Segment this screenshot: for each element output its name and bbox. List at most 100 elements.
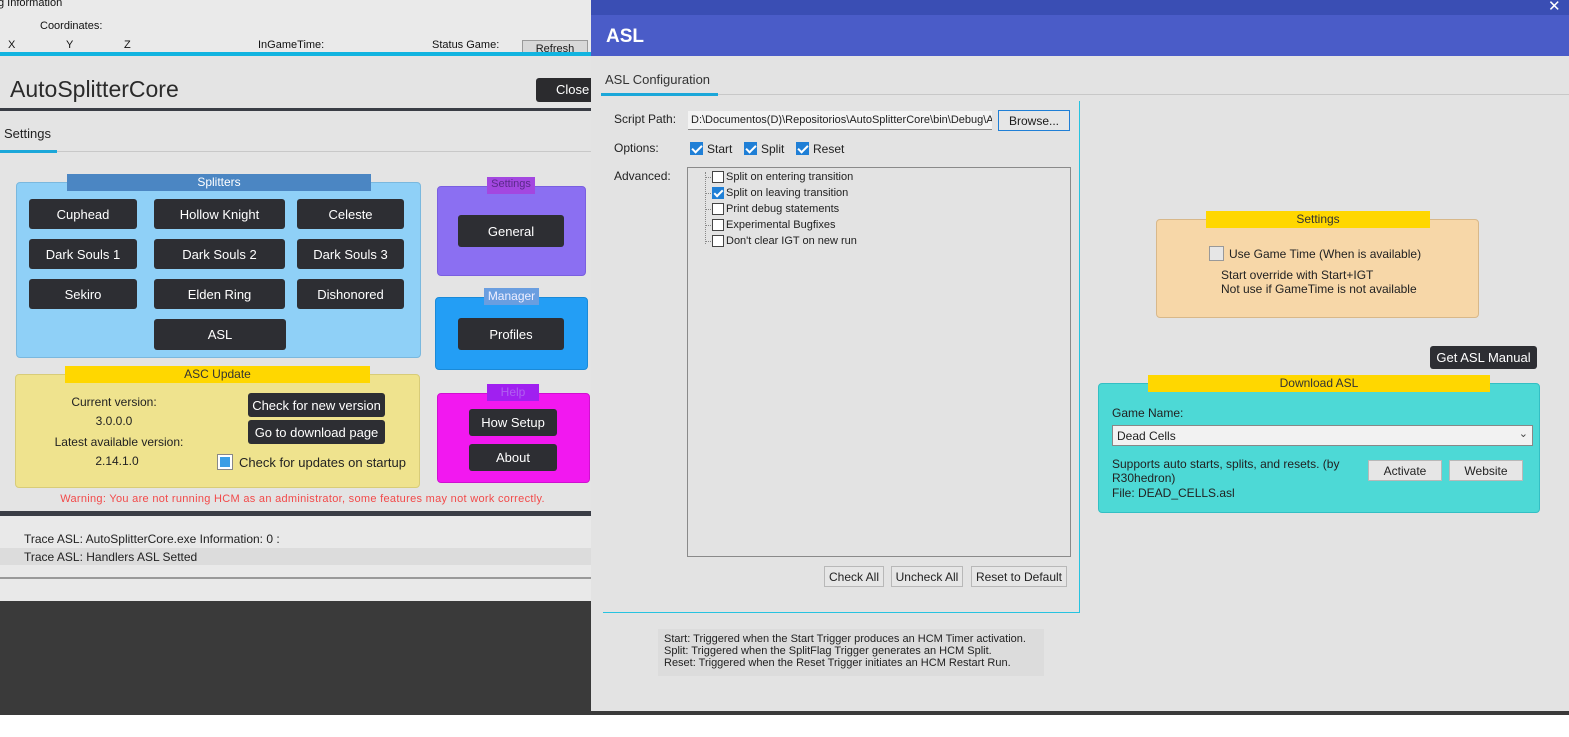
tree-item-label: Experimental Bugfixes [726, 219, 836, 231]
manager-header: Manager [484, 288, 539, 305]
activate-button[interactable]: Activate [1368, 460, 1442, 481]
get-asl-manual-button[interactable]: Get ASL Manual [1430, 346, 1537, 369]
use-game-time-label: Use Game Time (When is available) [1229, 247, 1422, 261]
x-label: X [8, 39, 16, 51]
autosplittercore-window: g Information Coordinates: X Y Z InGameT… [0, 0, 591, 715]
about-button[interactable]: About [469, 444, 557, 471]
how-setup-button[interactable]: How Setup [469, 409, 557, 436]
settings-header: Settings [487, 177, 535, 194]
reset-option-label: Reset [813, 142, 845, 156]
tab-underline [601, 93, 718, 96]
print-debug-checkbox[interactable] [712, 203, 724, 215]
dont-clear-igt-checkbox[interactable] [712, 235, 724, 247]
tab-settings[interactable]: Settings [4, 126, 51, 141]
tree-item-label: Print debug statements [726, 203, 840, 215]
log-panel: Trace ASL: AutoSplitterCore.exe Informat… [0, 511, 591, 601]
uncheck-all-button[interactable]: Uncheck All [891, 566, 963, 587]
current-version-label: Current version: [71, 395, 157, 409]
dark-souls-2-button[interactable]: Dark Souls 2 [154, 239, 285, 269]
trigger-legend: Start: Triggered when the Start Trigger … [658, 629, 1044, 676]
dark-souls-1-button[interactable]: Dark Souls 1 [29, 239, 137, 269]
options-label: Options: [614, 141, 659, 155]
title-divider [0, 108, 591, 111]
asl-button[interactable]: ASL [154, 319, 286, 350]
tree-item-label: Split on entering transition [726, 171, 854, 183]
browse-button[interactable]: Browse... [998, 110, 1070, 131]
ingametime-label: InGameTime: [258, 39, 325, 51]
cuphead-button[interactable]: Cuphead [29, 199, 137, 229]
close-icon[interactable]: ✕ [1548, 0, 1561, 15]
page-title: AutoSplitterCore [10, 76, 179, 102]
experimental-bugfixes-checkbox[interactable] [712, 219, 724, 231]
window-bottom-edge [591, 711, 1569, 715]
legend-line: Reset: Triggered when the Reset Trigger … [664, 657, 1011, 669]
split-leaving-checkbox[interactable] [712, 187, 724, 199]
advanced-tree: Split on entering transition Split on le… [687, 167, 1071, 557]
z-label: Z [124, 39, 131, 51]
split-option-label: Split [761, 142, 785, 156]
go-to-download-page-button[interactable]: Go to download page [248, 420, 385, 444]
tab-divider [57, 151, 591, 152]
coordinates-label: Coordinates: [40, 20, 103, 32]
check-all-button[interactable]: Check All [824, 566, 884, 587]
current-version-value: 3.0.0.0 [95, 414, 133, 428]
check-updates-startup-checkbox[interactable] [217, 454, 233, 470]
not-use-note: Not use if GameTime is not available [1221, 282, 1417, 296]
y-label: Y [66, 39, 74, 51]
start-option-label: Start [707, 142, 733, 156]
game-name-value: Dead Cells [1117, 429, 1176, 443]
asl-settings-header: Settings [1206, 211, 1430, 228]
celeste-button[interactable]: Celeste [297, 199, 404, 229]
dark-souls-3-button[interactable]: Dark Souls 3 [297, 239, 404, 269]
log-scrollbar[interactable] [0, 577, 591, 579]
sekiro-button[interactable]: Sekiro [29, 279, 137, 309]
use-game-time-checkbox[interactable] [1209, 246, 1224, 261]
debug-info-strip: g Information Coordinates: X Y Z InGameT… [0, 0, 591, 54]
general-button[interactable]: General [458, 215, 564, 247]
tree-item-label: Split on leaving transition [726, 187, 849, 199]
download-asl-header: Download ASL [1148, 375, 1490, 392]
reset-checkbox[interactable] [796, 142, 809, 155]
script-path-field[interactable]: D:\Documentos(D)\Repositorios\AutoSplitt… [688, 111, 992, 130]
advanced-label: Advanced: [614, 169, 671, 183]
status-game-label: Status Game: [432, 39, 500, 51]
profiles-button[interactable]: Profiles [458, 318, 564, 350]
admin-warning: Warning: You are not running HCM as an a… [60, 493, 545, 505]
log-divider [0, 511, 591, 516]
start-override-note: Start override with Start+IGT [1221, 268, 1374, 282]
game-name-label: Game Name: [1112, 406, 1184, 420]
tab-divider [718, 94, 1569, 95]
split-checkbox[interactable] [744, 142, 757, 155]
tab-asl-configuration[interactable]: ASL Configuration [605, 72, 710, 87]
latest-version-value: 2.14.1.0 [95, 454, 139, 468]
dishonored-button[interactable]: Dishonored [297, 279, 404, 309]
splitters-header: Splitters [67, 174, 371, 191]
tab-underline [0, 150, 57, 153]
script-path-label: Script Path: [614, 112, 677, 126]
website-button[interactable]: Website [1449, 460, 1523, 481]
tree-connector [705, 172, 706, 244]
asl-file-name: File: DEAD_CELLS.asl [1112, 486, 1235, 500]
asl-description: Supports auto starts, splits, and resets… [1112, 457, 1340, 485]
chevron-down-icon: ⌄ [1518, 428, 1528, 440]
elden-ring-button[interactable]: Elden Ring [154, 279, 285, 309]
asl-header: ASL [591, 15, 1569, 56]
help-header: Help [487, 384, 539, 401]
asc-update-header: ASC Update [65, 366, 370, 383]
latest-version-label: Latest available version: [54, 435, 184, 449]
hollow-knight-button[interactable]: Hollow Knight [154, 199, 285, 229]
check-updates-startup-label: Check for updates on startup [239, 455, 406, 470]
check-new-version-button[interactable]: Check for new version [248, 393, 385, 417]
start-checkbox[interactable] [690, 142, 703, 155]
close-button[interactable]: Close [536, 78, 591, 102]
legend-line: Split: Triggered when the SplitFlag Trig… [664, 645, 992, 657]
game-name-select[interactable]: Dead Cells ⌄ [1112, 425, 1533, 446]
reset-to-default-button[interactable]: Reset to Default [971, 566, 1067, 587]
core-panel: AutoSplitterCore Close Settings Splitter… [0, 56, 591, 511]
asl-titlebar: ✕ [591, 0, 1569, 15]
legend-line: Start: Triggered when the Start Trigger … [664, 633, 1026, 645]
split-entering-checkbox[interactable] [712, 171, 724, 183]
asl-window: ✕ ASL ASL Configuration Script Path: D:\… [591, 0, 1569, 711]
asl-title: ASL [606, 26, 644, 47]
log-line: Trace ASL: AutoSplitterCore.exe Informat… [24, 532, 280, 546]
